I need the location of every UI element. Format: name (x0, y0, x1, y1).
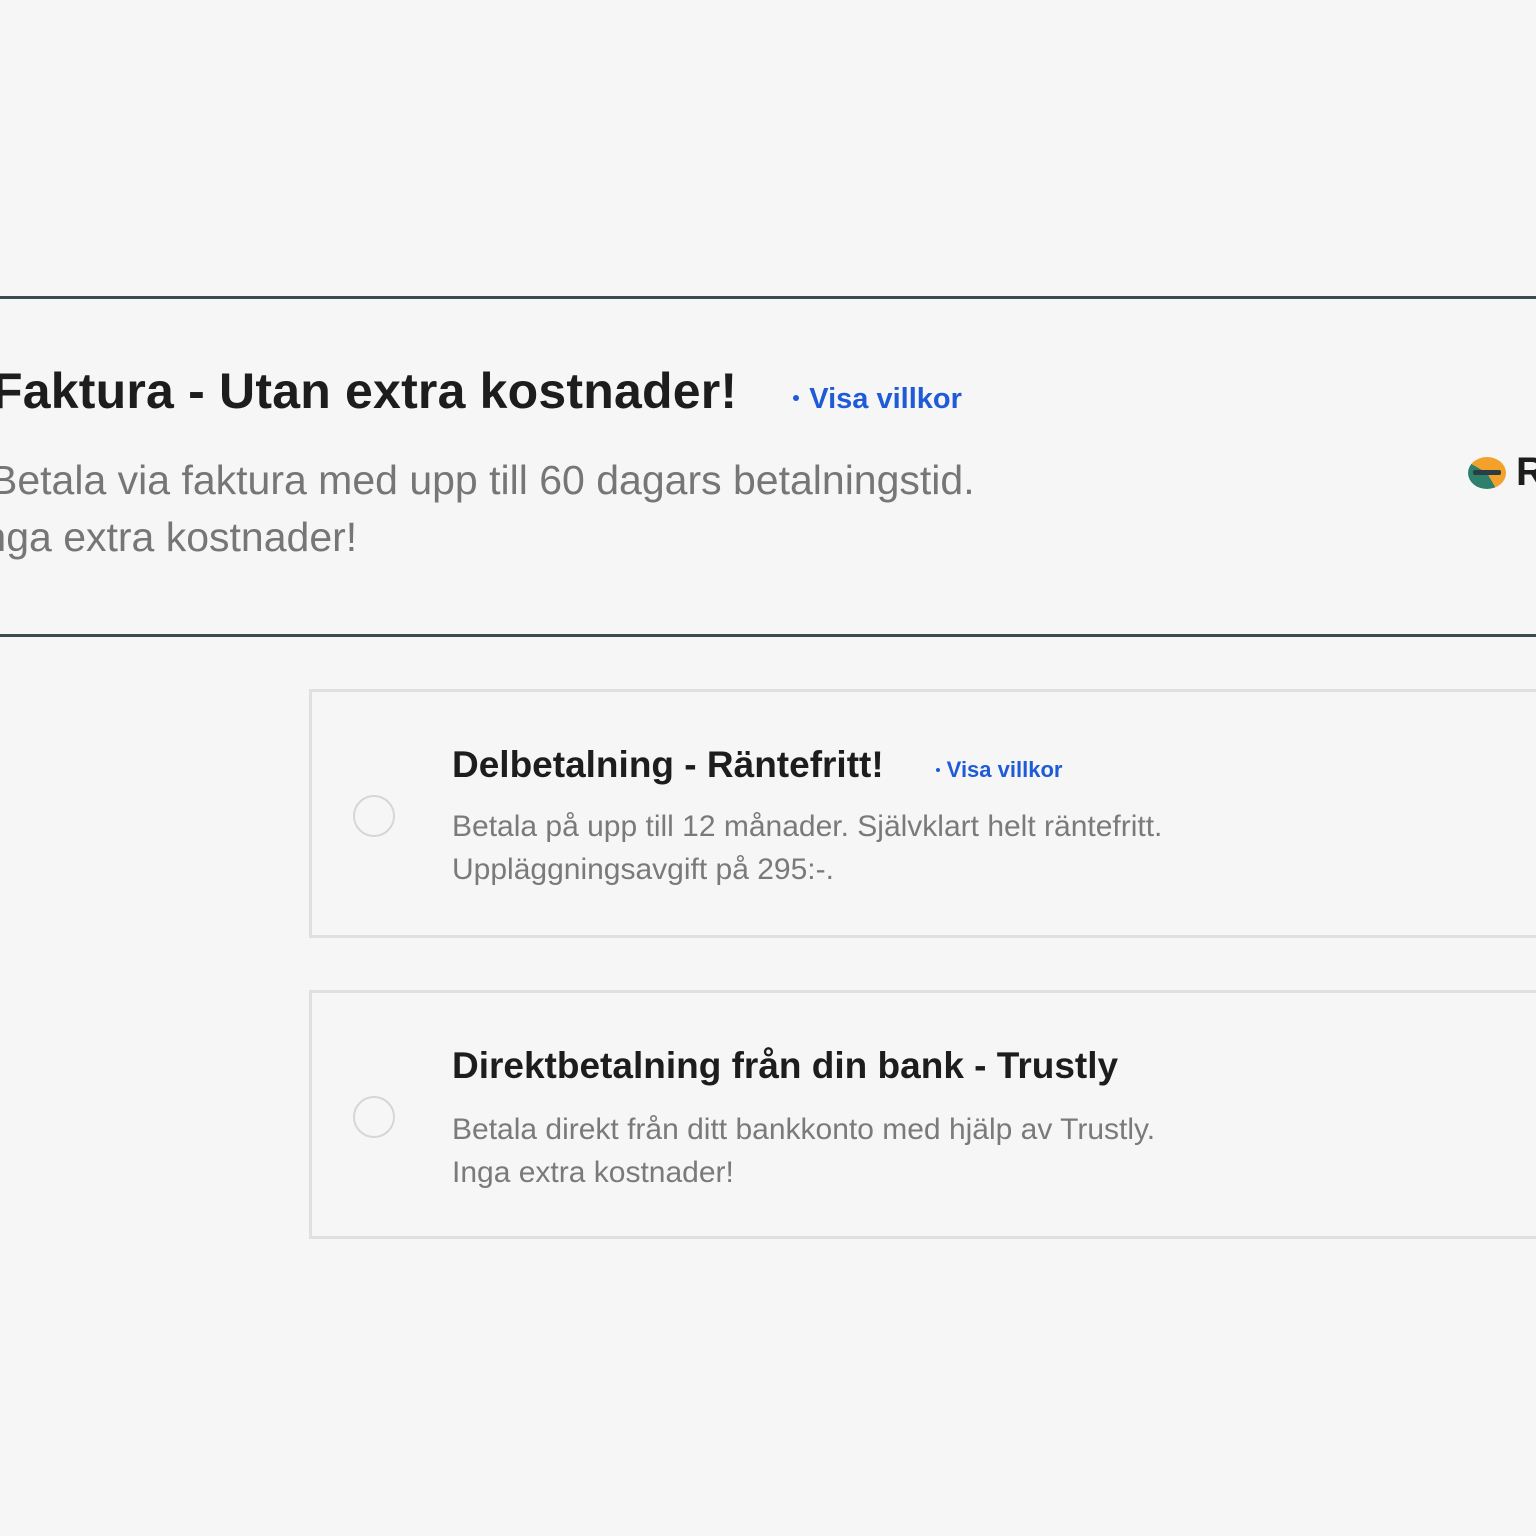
payment-option-direct-bank[interactable]: Direktbetalning från din bank - Trustly … (309, 990, 1536, 1239)
invoice-description: Betala via faktura med upp till 60 dagar… (0, 452, 975, 566)
provider-logo-letter: R (1516, 450, 1536, 494)
invoice-terms-label: Visa villkor (809, 383, 962, 415)
dot-icon (793, 395, 800, 401)
payment-methods-page: { "payment_options": { "invoice": { "tit… (0, 0, 1536, 1536)
invoice-description-line1: Betala via faktura med upp till 60 dagar… (0, 457, 975, 503)
payment-provider-logo: R (1468, 450, 1536, 495)
invoice-title: Faktura - Utan extra kostnader! (0, 363, 738, 419)
invoice-terms-link[interactable]: Visa villkor (793, 383, 962, 416)
direct-bank-title-row: Direktbetalning från din bank - Trustly (452, 1045, 1118, 1087)
installment-radio-button[interactable] (353, 795, 395, 837)
installment-description: Betala på upp till 12 månader. Självklar… (452, 805, 1162, 891)
direct-bank-radio-button[interactable] (353, 1096, 395, 1138)
installment-terms-link[interactable]: Visa villkor (935, 757, 1063, 783)
dot-icon (935, 768, 940, 772)
direct-bank-description-line2: Inga extra kostnader! (452, 1156, 734, 1189)
installment-title: Delbetalning - Räntefritt! (452, 744, 884, 785)
invoice-title-row: Faktura - Utan extra kostnader! Visa vil… (0, 362, 962, 420)
direct-bank-description-line1: Betala direkt från ditt bankkonto med hj… (452, 1113, 1156, 1146)
provider-logo-icon (1468, 456, 1506, 489)
direct-bank-description: Betala direkt från ditt bankkonto med hj… (452, 1108, 1155, 1194)
installment-title-row: Delbetalning - Räntefritt! Visa villkor (452, 744, 1062, 786)
direct-bank-title: Direktbetalning från din bank - Trustly (452, 1045, 1119, 1086)
installment-description-line2: Uppläggningsavgift på 295:-. (452, 853, 834, 886)
installment-description-line1: Betala på upp till 12 månader. Självklar… (452, 810, 1163, 843)
installment-terms-label: Visa villkor (946, 757, 1063, 782)
invoice-description-line2: Inga extra kostnader! (0, 514, 358, 560)
payment-option-installment[interactable]: Delbetalning - Räntefritt! Visa villkor … (309, 689, 1536, 938)
